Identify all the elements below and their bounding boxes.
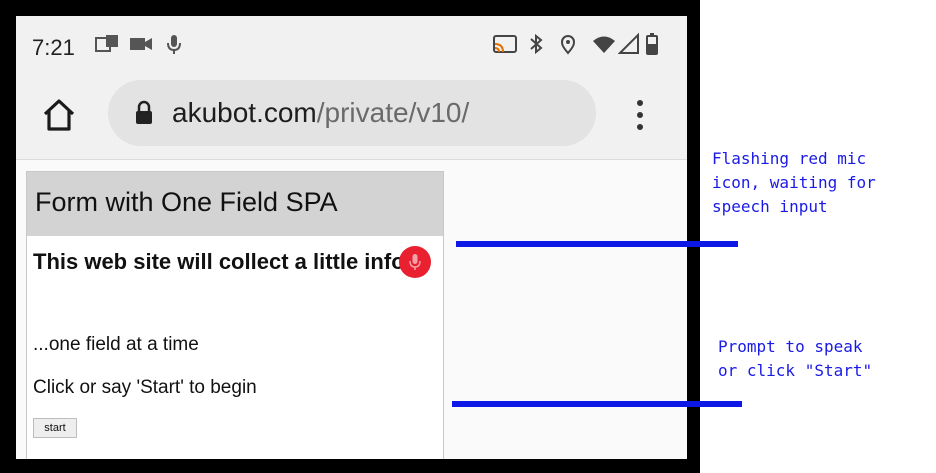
bluetooth-icon bbox=[530, 33, 543, 55]
cast-icon bbox=[493, 35, 517, 53]
signal-icon bbox=[618, 32, 639, 54]
prompt-annotation-pointer bbox=[452, 401, 742, 407]
battery-icon bbox=[646, 33, 658, 55]
mic-annotation-line: speech input bbox=[712, 197, 828, 216]
prompt-annotation-line: or click "Start" bbox=[718, 361, 873, 380]
home-icon[interactable] bbox=[40, 96, 78, 134]
info-line-2: Click or say 'Start' to begin bbox=[33, 377, 257, 398]
mic-annotation-line: icon, waiting for bbox=[712, 173, 876, 192]
mic-icon bbox=[409, 254, 421, 270]
mic-annotation: Flashing red mic icon, waiting for speec… bbox=[712, 147, 876, 219]
notification-icon bbox=[95, 35, 118, 52]
url-host: akubot.com bbox=[172, 97, 317, 128]
app-title: Form with One Field SPA bbox=[35, 187, 338, 217]
lock-icon bbox=[136, 100, 152, 124]
wifi-icon bbox=[593, 36, 615, 53]
status-time: 7:21 bbox=[32, 35, 75, 60]
phone-screen: 7:21 akubot.com/private/v10/ Form with O… bbox=[16, 16, 687, 459]
url-bar[interactable]: akubot.com/private/v10/ bbox=[108, 80, 596, 146]
location-icon bbox=[560, 35, 576, 55]
start-button[interactable]: start bbox=[33, 418, 77, 438]
app-body: This web site will collect a little info… bbox=[27, 236, 443, 459]
prompt-annotation-line: Prompt to speak bbox=[718, 337, 863, 356]
page-content: Form with One Field SPA This web site wi… bbox=[16, 161, 687, 459]
video-camera-icon bbox=[130, 38, 152, 50]
mic-annotation-line: Flashing red mic bbox=[712, 149, 867, 168]
prompt-annotation: Prompt to speak or click "Start" bbox=[718, 335, 872, 383]
url-text: akubot.com/private/v10/ bbox=[172, 97, 469, 129]
url-path: /private/v10/ bbox=[316, 97, 470, 128]
microphone-icon bbox=[167, 35, 181, 54]
more-vert-icon[interactable] bbox=[626, 94, 654, 136]
mic-button[interactable] bbox=[399, 246, 431, 278]
intro-heading: This web site will collect a little info… bbox=[33, 249, 423, 274]
status-bar: 7:21 bbox=[16, 16, 687, 70]
spa-container: Form with One Field SPA This web site wi… bbox=[26, 171, 444, 459]
mic-annotation-pointer bbox=[456, 241, 738, 247]
info-line-1: ...one field at a time bbox=[33, 334, 199, 355]
app-header: Form with One Field SPA bbox=[27, 172, 443, 236]
browser-toolbar: akubot.com/private/v10/ bbox=[16, 70, 687, 160]
